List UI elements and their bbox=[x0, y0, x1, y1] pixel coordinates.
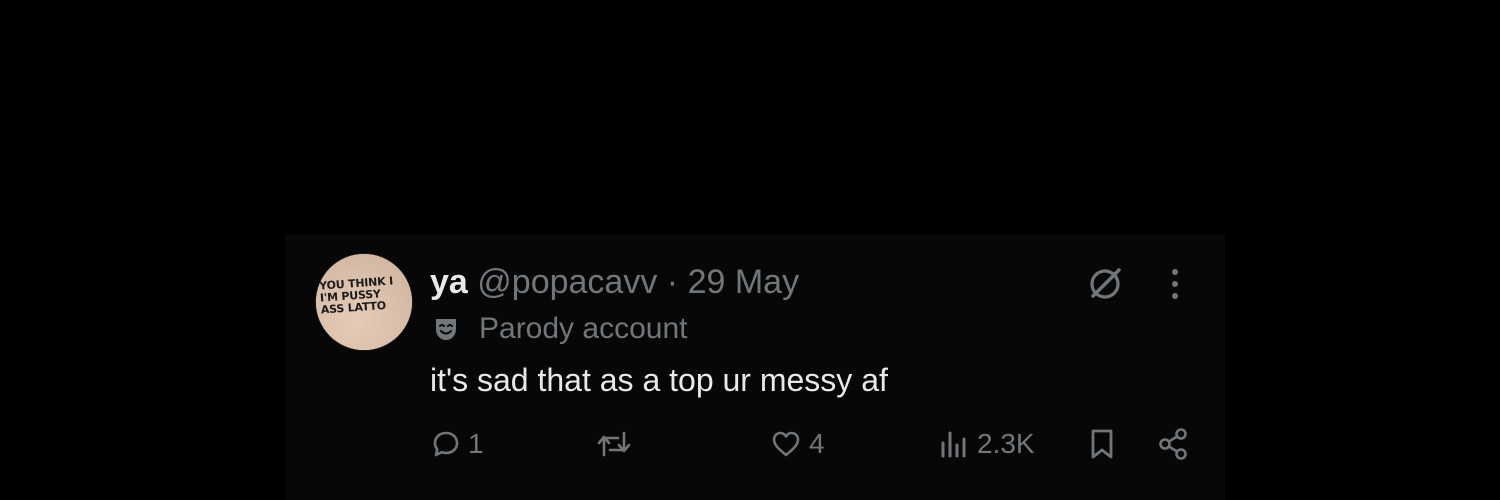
grok-icon[interactable] bbox=[1085, 264, 1125, 304]
heart-icon bbox=[771, 430, 801, 458]
author-handle[interactable]: @popacavv bbox=[477, 263, 657, 301]
avatar-shirt-text: YOU THINK I I'M PUSSY ASS LATTO bbox=[318, 274, 394, 317]
tweet-date[interactable]: 29 May bbox=[688, 263, 800, 301]
like-button[interactable]: 4 bbox=[771, 424, 825, 464]
reply-button[interactable]: 1 bbox=[432, 424, 484, 464]
tweet-header: ya @popacavv · 29 May bbox=[430, 262, 799, 302]
author-name[interactable]: ya bbox=[430, 263, 468, 301]
bookmark-button[interactable] bbox=[1089, 424, 1115, 464]
bookmark-icon bbox=[1089, 428, 1115, 460]
tweet-text: it's sad that as a top ur messy af bbox=[430, 362, 888, 398]
reply-icon bbox=[432, 430, 460, 458]
share-icon bbox=[1156, 427, 1190, 461]
parody-mask-icon bbox=[433, 316, 459, 342]
avatar[interactable]: YOU THINK I I'M PUSSY ASS LATTO bbox=[316, 254, 412, 350]
views-button[interactable]: 2.3K bbox=[939, 424, 1035, 464]
share-button[interactable] bbox=[1156, 424, 1190, 464]
views-chart-icon bbox=[939, 429, 969, 459]
retweet-button[interactable] bbox=[597, 424, 639, 464]
views-count: 2.3K bbox=[977, 428, 1035, 459]
parody-label-text: Parody account bbox=[479, 312, 688, 345]
more-icon[interactable] bbox=[1155, 264, 1195, 304]
retweet-icon bbox=[597, 430, 631, 458]
separator-dot: · bbox=[666, 263, 679, 301]
tweet-card[interactable]: YOU THINK I I'M PUSSY ASS LATTO ya @popa… bbox=[285, 234, 1225, 500]
parody-label: Parody account bbox=[433, 311, 687, 347]
reply-count: 1 bbox=[468, 428, 484, 459]
like-count: 4 bbox=[809, 428, 825, 459]
